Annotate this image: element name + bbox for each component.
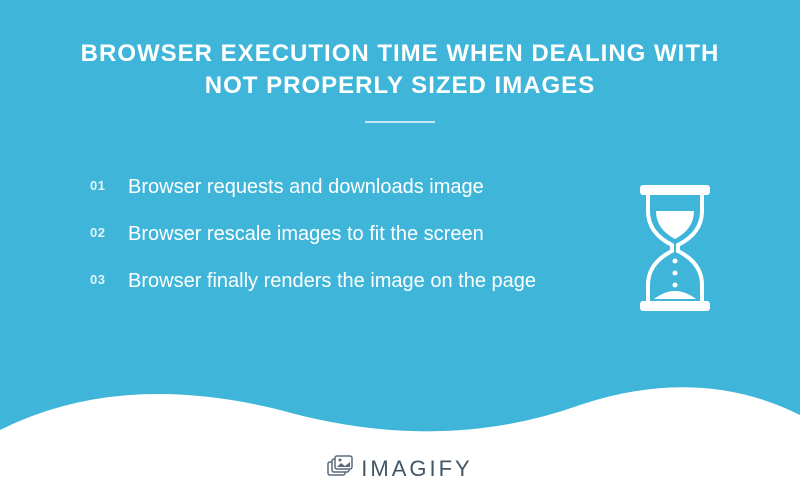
title-underline [365, 121, 435, 123]
hourglass-icon [610, 173, 740, 313]
list-item: 03 Browser finally renders the image on … [90, 267, 610, 296]
page-title: BROWSER EXECUTION TIME WHEN DEALING WITH… [0, 0, 800, 103]
footer-brand: IMAGIFY [0, 455, 800, 482]
step-number: 01 [90, 173, 128, 193]
images-stack-icon [327, 455, 353, 482]
step-number: 03 [90, 267, 128, 287]
title-line-1: BROWSER EXECUTION TIME WHEN DEALING WITH [60, 38, 740, 70]
content-area: 01 Browser requests and downloads image … [0, 123, 800, 314]
step-text: Browser finally renders the image on the… [128, 267, 536, 296]
list-item: 01 Browser requests and downloads image [90, 173, 610, 202]
list-item: 02 Browser rescale images to fit the scr… [90, 220, 610, 249]
title-line-2: NOT PROPERLY SIZED IMAGES [60, 70, 740, 102]
steps-list: 01 Browser requests and downloads image … [90, 173, 610, 314]
step-text: Browser rescale images to fit the screen [128, 220, 484, 249]
step-text: Browser requests and downloads image [128, 173, 484, 202]
step-number: 02 [90, 220, 128, 240]
brand-name: IMAGIFY [361, 456, 472, 482]
